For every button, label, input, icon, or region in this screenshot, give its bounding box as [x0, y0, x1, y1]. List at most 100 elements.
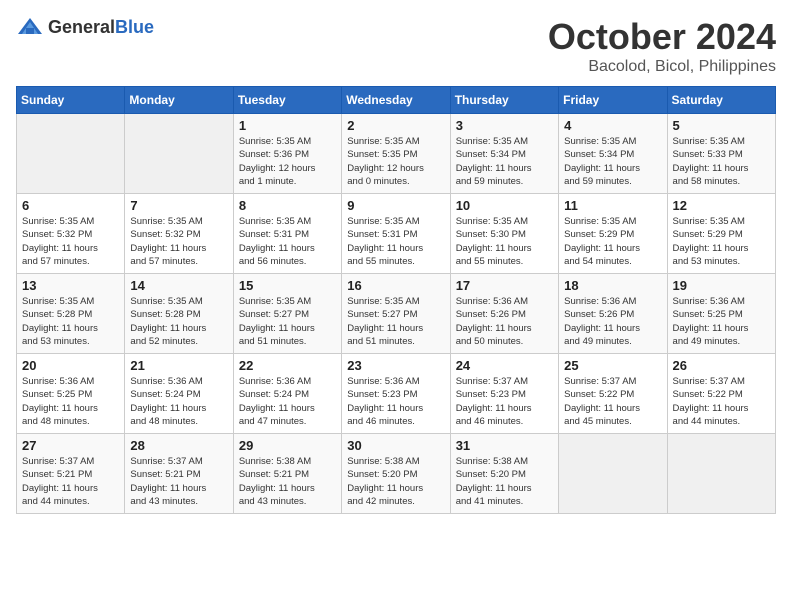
- day-number: 15: [239, 278, 336, 293]
- day-number: 24: [456, 358, 553, 373]
- day-detail: Sunrise: 5:36 AM Sunset: 5:26 PM Dayligh…: [456, 295, 553, 348]
- day-number: 31: [456, 438, 553, 453]
- weekday-header-row: SundayMondayTuesdayWednesdayThursdayFrid…: [17, 87, 776, 114]
- day-detail: Sunrise: 5:36 AM Sunset: 5:24 PM Dayligh…: [239, 375, 336, 428]
- day-number: 17: [456, 278, 553, 293]
- day-number: 28: [130, 438, 227, 453]
- calendar-day-cell: 16 Sunrise: 5:35 AM Sunset: 5:27 PM Dayli…: [342, 274, 450, 354]
- day-number: 22: [239, 358, 336, 373]
- day-detail: Sunrise: 5:35 AM Sunset: 5:29 PM Dayligh…: [673, 215, 770, 268]
- calendar-day-cell: [17, 114, 125, 194]
- day-detail: Sunrise: 5:35 AM Sunset: 5:33 PM Dayligh…: [673, 135, 770, 188]
- calendar-day-cell: 25 Sunrise: 5:37 AM Sunset: 5:22 PM Dayli…: [559, 354, 667, 434]
- month-title: October 2024: [548, 16, 776, 58]
- day-detail: Sunrise: 5:35 AM Sunset: 5:27 PM Dayligh…: [347, 295, 444, 348]
- day-detail: Sunrise: 5:38 AM Sunset: 5:20 PM Dayligh…: [456, 455, 553, 508]
- day-detail: Sunrise: 5:35 AM Sunset: 5:35 PM Dayligh…: [347, 135, 444, 188]
- day-number: 6: [22, 198, 119, 213]
- day-number: 2: [347, 118, 444, 133]
- calendar-day-cell: 4 Sunrise: 5:35 AM Sunset: 5:34 PM Daylig…: [559, 114, 667, 194]
- day-detail: Sunrise: 5:37 AM Sunset: 5:21 PM Dayligh…: [22, 455, 119, 508]
- day-detail: Sunrise: 5:35 AM Sunset: 5:32 PM Dayligh…: [130, 215, 227, 268]
- day-detail: Sunrise: 5:37 AM Sunset: 5:23 PM Dayligh…: [456, 375, 553, 428]
- day-detail: Sunrise: 5:37 AM Sunset: 5:22 PM Dayligh…: [564, 375, 661, 428]
- calendar-day-cell: 12 Sunrise: 5:35 AM Sunset: 5:29 PM Dayli…: [667, 194, 775, 274]
- calendar-day-cell: 13Sunrise: 5:35 AM Sunset: 5:28 PM Dayli…: [17, 274, 125, 354]
- calendar-day-cell: 20 Sunrise: 5:36 AM Sunset: 5:25 PM Dayli…: [17, 354, 125, 434]
- calendar-day-cell: 24 Sunrise: 5:37 AM Sunset: 5:23 PM Dayli…: [450, 354, 558, 434]
- calendar-day-cell: [125, 114, 233, 194]
- calendar-day-cell: 30 Sunrise: 5:38 AM Sunset: 5:20 PM Dayli…: [342, 434, 450, 514]
- calendar-day-cell: 29Sunrise: 5:38 AM Sunset: 5:21 PM Dayli…: [233, 434, 341, 514]
- calendar-day-cell: 6 Sunrise: 5:35 AM Sunset: 5:32 PM Daylig…: [17, 194, 125, 274]
- calendar-day-cell: [667, 434, 775, 514]
- day-number: 29: [239, 438, 336, 453]
- day-detail: Sunrise: 5:35 AM Sunset: 5:31 PM Dayligh…: [239, 215, 336, 268]
- day-detail: Sunrise: 5:35 AM Sunset: 5:34 PM Dayligh…: [456, 135, 553, 188]
- day-detail: Sunrise: 5:36 AM Sunset: 5:25 PM Dayligh…: [673, 295, 770, 348]
- calendar-day-cell: 27 Sunrise: 5:37 AM Sunset: 5:21 PM Dayli…: [17, 434, 125, 514]
- day-number: 19: [673, 278, 770, 293]
- calendar-day-cell: 5 Sunrise: 5:35 AM Sunset: 5:33 PM Daylig…: [667, 114, 775, 194]
- day-detail: Sunrise: 5:38 AM Sunset: 5:20 PM Dayligh…: [347, 455, 444, 508]
- day-detail: Sunrise: 5:35 AM Sunset: 5:27 PM Dayligh…: [239, 295, 336, 348]
- calendar-day-cell: 28 Sunrise: 5:37 AM Sunset: 5:21 PM Dayli…: [125, 434, 233, 514]
- day-number: 27: [22, 438, 119, 453]
- calendar-week-row: 20 Sunrise: 5:36 AM Sunset: 5:25 PM Dayli…: [17, 354, 776, 434]
- calendar-week-row: 13Sunrise: 5:35 AM Sunset: 5:28 PM Dayli…: [17, 274, 776, 354]
- calendar-week-row: 27 Sunrise: 5:37 AM Sunset: 5:21 PM Dayli…: [17, 434, 776, 514]
- calendar-day-cell: 8 Sunrise: 5:35 AM Sunset: 5:31 PM Daylig…: [233, 194, 341, 274]
- calendar-day-cell: 26Sunrise: 5:37 AM Sunset: 5:22 PM Dayli…: [667, 354, 775, 434]
- day-detail: Sunrise: 5:35 AM Sunset: 5:30 PM Dayligh…: [456, 215, 553, 268]
- weekday-header-cell: Sunday: [17, 87, 125, 114]
- day-detail: Sunrise: 5:35 AM Sunset: 5:31 PM Dayligh…: [347, 215, 444, 268]
- day-number: 4: [564, 118, 661, 133]
- weekday-header-cell: Monday: [125, 87, 233, 114]
- day-detail: Sunrise: 5:36 AM Sunset: 5:26 PM Dayligh…: [564, 295, 661, 348]
- day-number: 5: [673, 118, 770, 133]
- logo-text: GeneralBlue: [48, 17, 154, 38]
- calendar-day-cell: 23 Sunrise: 5:36 AM Sunset: 5:23 PM Dayli…: [342, 354, 450, 434]
- day-number: 3: [456, 118, 553, 133]
- calendar-day-cell: 14 Sunrise: 5:35 AM Sunset: 5:28 PM Dayli…: [125, 274, 233, 354]
- day-number: 1: [239, 118, 336, 133]
- day-number: 7: [130, 198, 227, 213]
- day-detail: Sunrise: 5:35 AM Sunset: 5:28 PM Dayligh…: [22, 295, 119, 348]
- calendar-day-cell: [559, 434, 667, 514]
- day-number: 8: [239, 198, 336, 213]
- calendar-day-cell: 9 Sunrise: 5:35 AM Sunset: 5:31 PM Daylig…: [342, 194, 450, 274]
- day-number: 9: [347, 198, 444, 213]
- calendar-day-cell: 7 Sunrise: 5:35 AM Sunset: 5:32 PM Daylig…: [125, 194, 233, 274]
- calendar-day-cell: 11Sunrise: 5:35 AM Sunset: 5:29 PM Dayli…: [559, 194, 667, 274]
- day-number: 23: [347, 358, 444, 373]
- calendar-day-cell: 10Sunrise: 5:35 AM Sunset: 5:30 PM Dayli…: [450, 194, 558, 274]
- day-detail: Sunrise: 5:35 AM Sunset: 5:28 PM Dayligh…: [130, 295, 227, 348]
- title-area: October 2024 Bacolod, Bicol, Philippines: [548, 16, 776, 76]
- location-subtitle: Bacolod, Bicol, Philippines: [548, 58, 776, 76]
- day-detail: Sunrise: 5:35 AM Sunset: 5:36 PM Dayligh…: [239, 135, 336, 188]
- calendar-day-cell: 3 Sunrise: 5:35 AM Sunset: 5:34 PM Daylig…: [450, 114, 558, 194]
- weekday-header-cell: Tuesday: [233, 87, 341, 114]
- weekday-header-cell: Friday: [559, 87, 667, 114]
- calendar-day-cell: 21Sunrise: 5:36 AM Sunset: 5:24 PM Dayli…: [125, 354, 233, 434]
- calendar-table: SundayMondayTuesdayWednesdayThursdayFrid…: [16, 86, 776, 514]
- day-number: 30: [347, 438, 444, 453]
- day-number: 16: [347, 278, 444, 293]
- calendar-week-row: 6 Sunrise: 5:35 AM Sunset: 5:32 PM Daylig…: [17, 194, 776, 274]
- day-number: 25: [564, 358, 661, 373]
- calendar-day-cell: 15 Sunrise: 5:35 AM Sunset: 5:27 PM Dayli…: [233, 274, 341, 354]
- day-detail: Sunrise: 5:37 AM Sunset: 5:21 PM Dayligh…: [130, 455, 227, 508]
- day-detail: Sunrise: 5:36 AM Sunset: 5:25 PM Dayligh…: [22, 375, 119, 428]
- calendar-day-cell: 31 Sunrise: 5:38 AM Sunset: 5:20 PM Dayli…: [450, 434, 558, 514]
- weekday-header-cell: Thursday: [450, 87, 558, 114]
- calendar-body: 1 Sunrise: 5:35 AM Sunset: 5:36 PM Daylig…: [17, 114, 776, 514]
- day-detail: Sunrise: 5:35 AM Sunset: 5:34 PM Dayligh…: [564, 135, 661, 188]
- day-number: 12: [673, 198, 770, 213]
- weekday-header-cell: Wednesday: [342, 87, 450, 114]
- header: GeneralBlue October 2024 Bacolod, Bicol,…: [16, 16, 776, 76]
- day-detail: Sunrise: 5:36 AM Sunset: 5:23 PM Dayligh…: [347, 375, 444, 428]
- day-detail: Sunrise: 5:35 AM Sunset: 5:32 PM Dayligh…: [22, 215, 119, 268]
- day-number: 20: [22, 358, 119, 373]
- calendar-week-row: 1 Sunrise: 5:35 AM Sunset: 5:36 PM Daylig…: [17, 114, 776, 194]
- day-number: 14: [130, 278, 227, 293]
